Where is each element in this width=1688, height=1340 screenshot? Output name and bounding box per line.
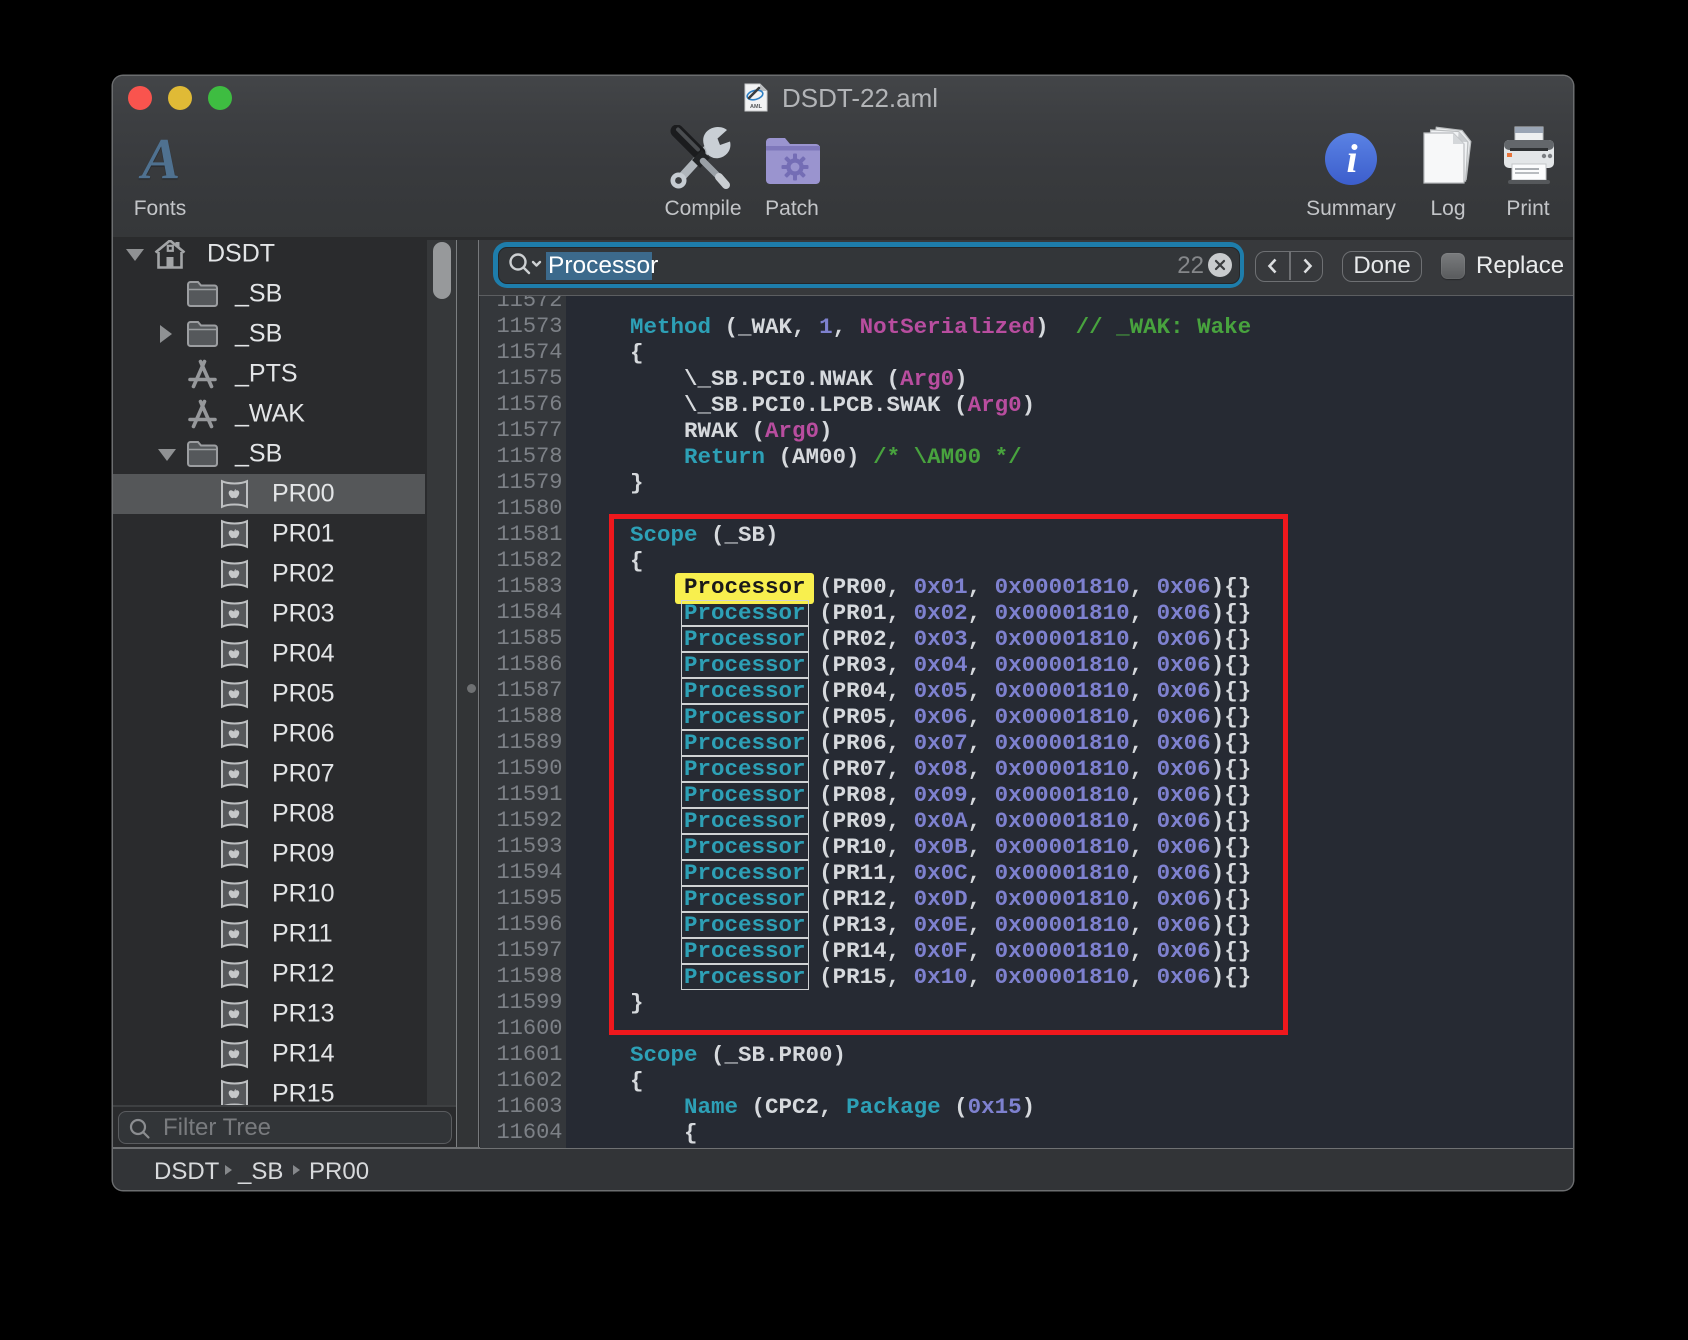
svg-text:AML: AML: [750, 104, 763, 110]
svg-text:i: i: [1346, 136, 1357, 181]
